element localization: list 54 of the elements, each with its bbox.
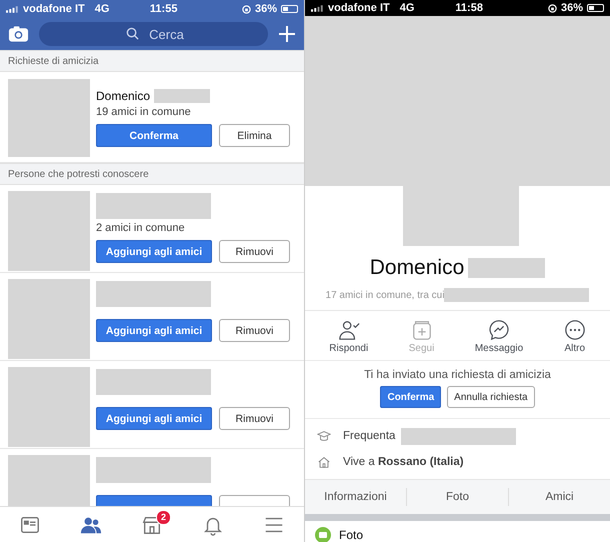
delete-button[interactable]: Elimina: [219, 124, 290, 147]
add-friend-button[interactable]: Aggiungi agli amici: [96, 407, 212, 430]
profile-tab[interactable]: Amici: [509, 491, 610, 503]
graduation-cap-icon: [317, 429, 331, 443]
profile-tab[interactable]: Foto: [407, 491, 508, 503]
respond-action[interactable]: Rispondi: [329, 319, 368, 354]
time-label: 11:58: [455, 2, 483, 14]
follow-icon: [410, 319, 432, 341]
more-action[interactable]: Altro: [564, 319, 586, 354]
cancel-request-button[interactable]: Annulla richiesta: [447, 386, 535, 408]
remove-button[interactable]: Rimuovi: [219, 407, 290, 430]
battery-icon: [280, 5, 298, 13]
detail-text: Frequenta: [343, 430, 396, 442]
request-message: Ti ha inviato una richiesta di amicizia: [364, 369, 551, 381]
remove-button[interactable]: Rimuovi: [219, 319, 290, 342]
plus-icon[interactable]: [278, 25, 296, 43]
person-name: Domenico: [96, 89, 150, 103]
profile-tab[interactable]: Informazioni: [305, 491, 406, 503]
carrier-label: vodafone IT: [328, 2, 390, 14]
section-heading: Persone che potresti conoscere: [8, 168, 149, 180]
search-icon: [126, 27, 138, 40]
market-tab[interactable]: 2: [132, 510, 171, 540]
message-action[interactable]: Messaggio: [474, 319, 524, 354]
search-field[interactable]: Cerca: [39, 22, 268, 46]
redacted-block: [154, 89, 210, 103]
signal-icon: [6, 6, 19, 12]
signal-icon: [311, 4, 324, 12]
battery-label: 36%: [254, 3, 277, 15]
confirm-button[interactable]: Conferma: [96, 124, 212, 147]
mutual-friends-text: 17 amici in comune, tra cui: [326, 290, 444, 300]
mutual-friends-text: 19 amici in comune: [96, 106, 192, 118]
messenger-icon: [488, 319, 510, 341]
battery-label: 36%: [560, 2, 583, 14]
rotation-lock-icon: [548, 4, 557, 12]
mutual-friends-text: 2 amici in comune: [96, 222, 186, 234]
add-friend-button[interactable]: Aggiungi agli amici: [96, 319, 212, 342]
camera-icon[interactable]: [8, 25, 29, 43]
confirm-button[interactable]: Conferma: [380, 386, 442, 408]
section-title: Foto: [339, 528, 364, 542]
rotation-lock-icon: [242, 4, 251, 14]
section-heading: Richieste di amicizia: [8, 56, 99, 66]
house-icon: [317, 455, 331, 469]
person-check-icon: [338, 319, 360, 341]
network-label: 4G: [94, 3, 110, 15]
network-label: 4G: [400, 2, 414, 14]
more-icon: [564, 319, 586, 341]
add-friend-button[interactable]: Aggiungi agli amici: [96, 240, 212, 263]
notification-badge: 2: [156, 510, 171, 524]
detail-text: Vive a Rossano (Italia): [343, 456, 464, 468]
remove-button[interactable]: Rimuovi: [219, 240, 290, 263]
battery-icon: [586, 4, 604, 12]
carrier-label: vodafone IT: [23, 3, 85, 15]
profile-name: Domenico: [370, 256, 464, 280]
time-label: 11:55: [150, 3, 178, 15]
